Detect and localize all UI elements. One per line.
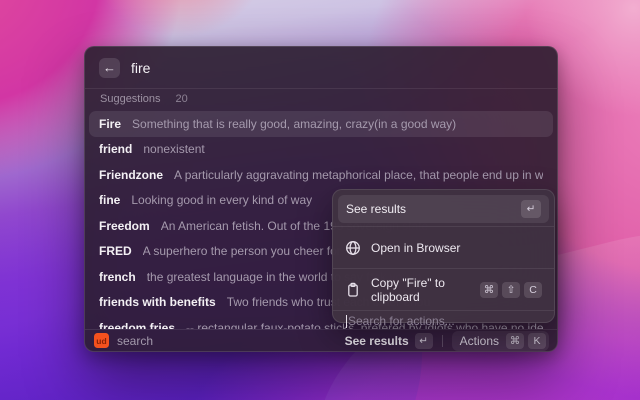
shortcut-key: ⌘ bbox=[480, 281, 498, 298]
divider bbox=[333, 226, 554, 227]
see-results-action-label: See results bbox=[346, 202, 407, 216]
shortcut-key: ⇧ bbox=[502, 281, 520, 298]
shortcut-key: C bbox=[524, 281, 542, 298]
search-input[interactable]: fire bbox=[131, 60, 150, 76]
action-item-icon bbox=[345, 240, 361, 256]
result-row[interactable]: Fire Something that is really good, amaz… bbox=[89, 111, 553, 137]
action-item[interactable]: Copy "Fire" to clipboard ⌘ ⇧ C bbox=[338, 272, 549, 307]
result-term: Fire bbox=[99, 116, 122, 131]
clipboard-icon bbox=[348, 282, 358, 297]
footer-divider bbox=[441, 334, 443, 347]
app-label: search bbox=[117, 333, 154, 348]
back-arrow-icon: ← bbox=[103, 60, 116, 75]
result-term: Freedom bbox=[99, 218, 150, 233]
result-term: FRED bbox=[99, 244, 132, 259]
divider bbox=[333, 310, 554, 311]
action-item[interactable]: Open in Browser bbox=[338, 230, 549, 265]
action-item-label: Open in Browser bbox=[371, 240, 461, 255]
action-item-icon bbox=[345, 282, 361, 298]
action-panel: See results ↵ Open in Browser Copy "Fire… bbox=[332, 189, 555, 328]
see-results-button[interactable]: See results bbox=[345, 334, 409, 348]
launcher-window: ← fire Suggestions 20 Fire Something tha… bbox=[84, 46, 558, 352]
text-caret bbox=[346, 314, 347, 328]
divider bbox=[333, 268, 554, 269]
footer-actions: See results ↵ Actions ⌘ K bbox=[345, 330, 549, 351]
result-term: freedom fries bbox=[99, 320, 176, 329]
search-header: ← fire bbox=[85, 47, 557, 89]
desktop-wallpaper: ← fire Suggestions 20 Fire Something tha… bbox=[0, 0, 640, 400]
return-key-icon: ↵ bbox=[521, 200, 541, 218]
back-button[interactable]: ← bbox=[99, 57, 120, 78]
action-items: Open in Browser Copy "Fire" to clipboard… bbox=[333, 230, 554, 307]
urban-dictionary-logo: ud bbox=[94, 333, 109, 348]
see-results-action[interactable]: See results ↵ bbox=[338, 195, 549, 223]
result-term: french bbox=[99, 269, 136, 284]
suggestions-label: Suggestions bbox=[100, 93, 161, 105]
globe-icon bbox=[346, 240, 360, 255]
result-definition: nonexistent bbox=[143, 142, 205, 157]
result-definition: Looking good in every kind of way bbox=[131, 193, 313, 208]
return-key-icon: ↵ bbox=[414, 332, 433, 349]
action-search-field[interactable]: Search for actions... bbox=[338, 314, 549, 328]
shortcut-key: ⌘ bbox=[506, 332, 524, 349]
result-term: Friendzone bbox=[99, 167, 164, 182]
result-term: friend bbox=[99, 142, 133, 157]
actions-button[interactable]: Actions ⌘ K bbox=[451, 330, 549, 351]
actions-shortcut-keys: ⌘ K bbox=[506, 332, 546, 349]
result-definition: A superhero the person you cheer for bbox=[142, 244, 341, 259]
actions-button-label: Actions bbox=[459, 333, 499, 348]
shortcut-key: K bbox=[528, 332, 546, 349]
result-term: friends with benefits bbox=[99, 295, 216, 310]
action-item-shortcuts: ⌘ ⇧ C bbox=[480, 281, 542, 298]
action-search-placeholder: Search for actions... bbox=[348, 314, 455, 328]
result-definition: Something that is really good, amazing, … bbox=[132, 116, 457, 131]
result-row[interactable]: friend nonexistent bbox=[89, 137, 553, 163]
suggestions-header: Suggestions 20 bbox=[85, 89, 557, 109]
result-definition: A particularly aggravating metaphorical … bbox=[174, 167, 543, 182]
action-item-label: Copy "Fire" to clipboard bbox=[371, 275, 445, 304]
result-row[interactable]: Friendzone A particularly aggravating me… bbox=[89, 162, 553, 188]
footer-bar: ud search See results ↵ Actions ⌘ K bbox=[85, 329, 557, 351]
suggestions-count: 20 bbox=[175, 93, 188, 105]
result-term: fine bbox=[99, 193, 121, 208]
